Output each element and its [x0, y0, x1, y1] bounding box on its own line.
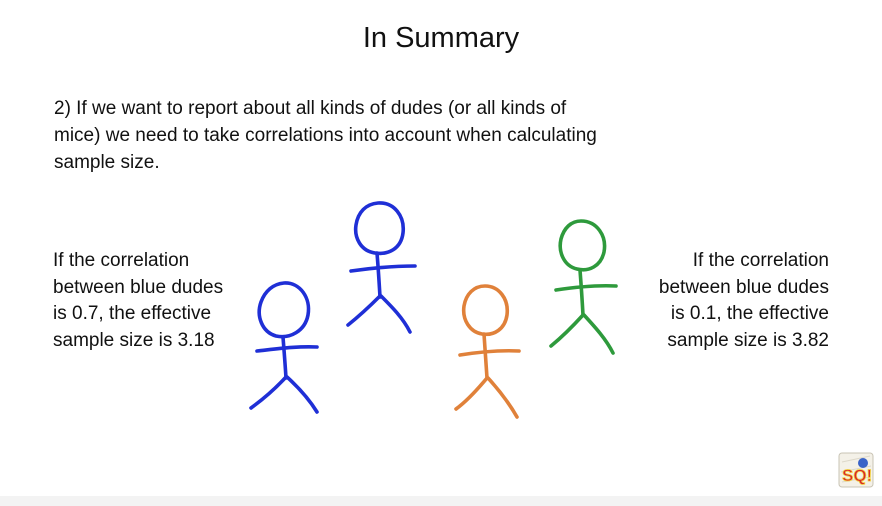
blue-dude-top	[346, 201, 417, 334]
statquest-logo-icon: SQ!	[838, 452, 874, 488]
logo-lettering: SQ!	[842, 466, 872, 485]
stick-figures-drawing	[249, 201, 618, 419]
green-dude	[549, 219, 618, 355]
slide: In Summary 2) If we want to report about…	[0, 0, 882, 496]
orange-dude	[454, 284, 521, 419]
blue-dude-left	[249, 281, 319, 414]
